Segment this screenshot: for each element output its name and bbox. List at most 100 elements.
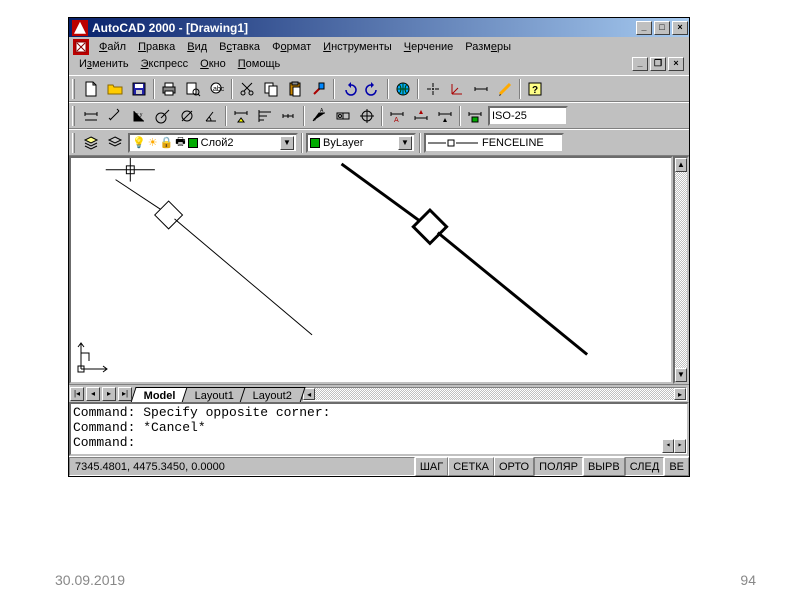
- scroll-down-icon[interactable]: ▼: [675, 368, 687, 382]
- layer-manager-icon[interactable]: [80, 132, 102, 153]
- scroll-right-icon[interactable]: ▸: [674, 388, 686, 400]
- status-snap[interactable]: ШАГ: [415, 457, 448, 476]
- distance-icon[interactable]: [470, 78, 492, 99]
- save-disk-icon[interactable]: [128, 78, 150, 99]
- layer-name: Слой2: [201, 137, 234, 149]
- menu-format[interactable]: Формат: [266, 39, 317, 55]
- toolbar-grip[interactable]: [72, 133, 75, 153]
- menu-window[interactable]: Окно: [194, 56, 232, 72]
- menu-help[interactable]: Помощь: [232, 56, 287, 72]
- status-polar[interactable]: ПОЛЯР: [534, 457, 583, 476]
- open-folder-icon[interactable]: [104, 78, 126, 99]
- scroll-left-icon[interactable]: ◂: [662, 439, 674, 453]
- redraw-icon[interactable]: [494, 78, 516, 99]
- status-lwt[interactable]: ВЕ: [664, 457, 689, 476]
- tab-next-icon[interactable]: ▸: [102, 387, 116, 401]
- copy-icon[interactable]: [260, 78, 282, 99]
- menu-insert[interactable]: Вставка: [213, 39, 266, 55]
- printer-icon[interactable]: [158, 78, 180, 99]
- scroll-right-icon[interactable]: ▸: [674, 439, 686, 453]
- minimize-button[interactable]: _: [636, 21, 652, 35]
- layer-combo[interactable]: 💡 ☀ 🔒 🖶 Слой2 ▼: [128, 133, 298, 153]
- dimension-toolbar: x y A A ISO-25: [69, 102, 689, 129]
- match-prop-icon[interactable]: [308, 78, 330, 99]
- dim-aligned-icon[interactable]: [104, 105, 126, 126]
- dim-angular-icon[interactable]: [200, 105, 222, 126]
- drawing-area[interactable]: [69, 156, 673, 384]
- status-grid[interactable]: СЕТКА: [448, 457, 494, 476]
- standard-toolbar: abc ?: [69, 75, 689, 102]
- scroll-up-icon[interactable]: ▲: [675, 158, 687, 172]
- tracking-icon[interactable]: [422, 78, 444, 99]
- dim-edit-icon[interactable]: A: [386, 105, 408, 126]
- dim-continue-icon[interactable]: [278, 105, 300, 126]
- dim-center-icon[interactable]: [356, 105, 378, 126]
- horizontal-scrollbar[interactable]: ◂ ▸: [302, 387, 687, 401]
- paste-icon[interactable]: [284, 78, 306, 99]
- help-icon[interactable]: ?: [524, 78, 546, 99]
- linetype-value: FENCELINE: [482, 137, 544, 149]
- vertical-scrollbar[interactable]: ▲ ▼: [673, 156, 689, 384]
- globe-icon[interactable]: [392, 78, 414, 99]
- menu-file[interactable]: Файл: [93, 39, 132, 55]
- dim-ordinate-icon[interactable]: x y: [128, 105, 150, 126]
- tab-prev-icon[interactable]: ◂: [86, 387, 100, 401]
- dim-linear-icon[interactable]: [80, 105, 102, 126]
- tab-last-icon[interactable]: ▸|: [118, 387, 132, 401]
- dim-tedit-icon[interactable]: [410, 105, 432, 126]
- redo-icon[interactable]: [362, 78, 384, 99]
- status-osnap[interactable]: ВЫРВ: [583, 457, 625, 476]
- toolbar-grip[interactable]: [72, 79, 75, 99]
- mdi-close-button[interactable]: ×: [668, 57, 684, 71]
- dimstyle-combo[interactable]: ISO-25: [488, 106, 568, 126]
- dimstyle-icon[interactable]: [464, 105, 486, 126]
- tab-layout1[interactable]: Layout1: [181, 387, 247, 403]
- new-file-icon[interactable]: [80, 78, 102, 99]
- chevron-down-icon[interactable]: ▼: [280, 136, 294, 150]
- tab-layout2[interactable]: Layout2: [239, 387, 305, 403]
- dim-diameter-icon[interactable]: [176, 105, 198, 126]
- color-combo[interactable]: ByLayer ▼: [306, 133, 416, 153]
- mdi-minimize-button[interactable]: _: [632, 57, 648, 71]
- menu-bar: Файл Правка Вид Вставка Формат Инструмен…: [69, 37, 689, 75]
- dim-quick-icon[interactable]: [230, 105, 252, 126]
- ucs-icon[interactable]: [446, 78, 468, 99]
- menu-dim[interactable]: Размеры: [459, 39, 517, 55]
- mdi-restore-button[interactable]: ❐: [650, 57, 666, 71]
- title-bar[interactable]: AutoCAD 2000 - [Drawing1] _ □ ×: [69, 18, 689, 37]
- ucs-icon: [75, 335, 115, 378]
- chevron-down-icon[interactable]: ▼: [398, 136, 412, 150]
- menu-tools[interactable]: Инструменты: [317, 39, 398, 55]
- menu-view[interactable]: Вид: [181, 39, 213, 55]
- dim-radius-icon[interactable]: [152, 105, 174, 126]
- command-window[interactable]: Command: Specify opposite corner: Comman…: [69, 402, 689, 456]
- toolbar-grip[interactable]: [72, 106, 75, 126]
- dim-tolerance-icon[interactable]: [332, 105, 354, 126]
- layer-prev-icon[interactable]: [104, 132, 126, 153]
- menu-express[interactable]: Экспресс: [135, 56, 195, 72]
- menu-edit[interactable]: Правка: [132, 39, 181, 55]
- undo-icon[interactable]: [338, 78, 360, 99]
- status-otrack[interactable]: СЛЕД: [625, 457, 665, 476]
- scissors-icon[interactable]: [236, 78, 258, 99]
- menu-modify[interactable]: Изменить: [73, 56, 135, 72]
- status-bar: 7345.4801, 4475.3450, 0.0000 ШАГ СЕТКА О…: [69, 456, 689, 476]
- menu-draw[interactable]: Черчение: [398, 39, 460, 55]
- close-button[interactable]: ×: [672, 21, 688, 35]
- mdi-doc-icon[interactable]: [73, 39, 89, 55]
- command-line: Command: Specify opposite corner:: [73, 405, 685, 420]
- lock-icon: 🔒: [160, 136, 174, 149]
- dim-baseline-icon[interactable]: [254, 105, 276, 126]
- linetype-combo[interactable]: FENCELINE: [424, 133, 564, 153]
- dim-leader-icon[interactable]: A: [308, 105, 330, 126]
- tab-first-icon[interactable]: |◂: [70, 387, 84, 401]
- bulb-icon: 💡: [132, 136, 146, 149]
- print-preview-icon[interactable]: [182, 78, 204, 99]
- maximize-button[interactable]: □: [654, 21, 670, 35]
- dim-update-icon[interactable]: [434, 105, 456, 126]
- drawing-content: [71, 158, 671, 382]
- find-icon[interactable]: abc: [206, 78, 228, 99]
- status-ortho[interactable]: ОРТО: [494, 457, 534, 476]
- linetype-preview-icon: [428, 138, 478, 148]
- tab-model[interactable]: Model: [130, 387, 189, 403]
